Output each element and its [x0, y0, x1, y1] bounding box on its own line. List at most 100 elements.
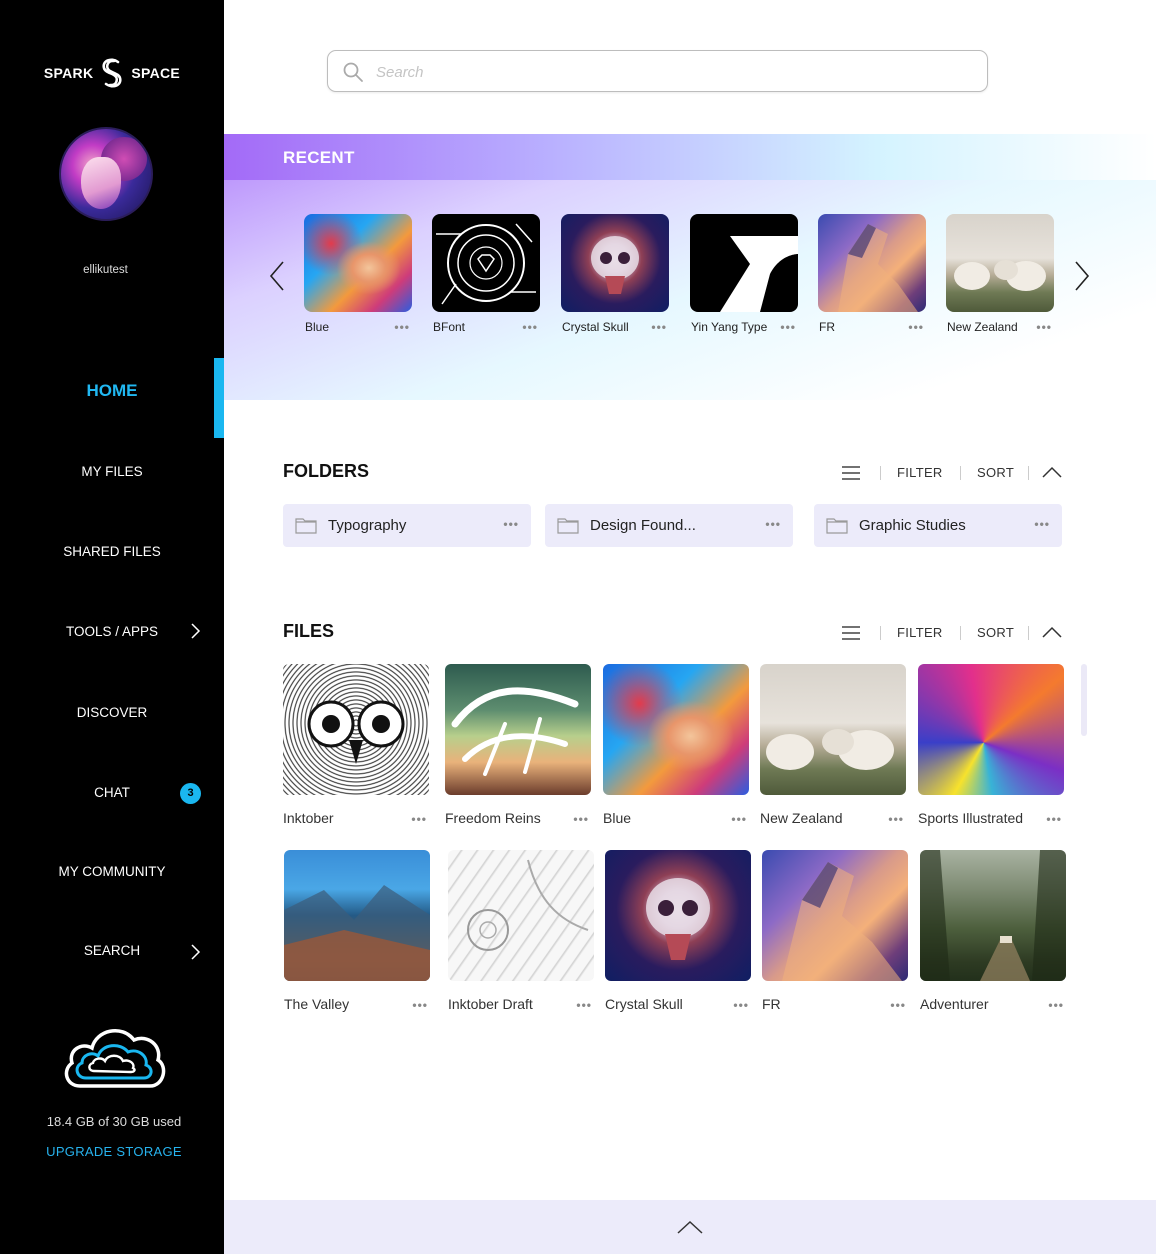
valley-artwork: [284, 885, 430, 981]
recent-thumbnail[interactable]: [432, 214, 540, 312]
folders-filter-button[interactable]: FILTER: [897, 465, 943, 480]
file-item[interactable]: Blue •••: [603, 664, 749, 826]
horse-artwork: [782, 862, 902, 981]
files-sort-button[interactable]: SORT: [977, 625, 1014, 640]
file-item[interactable]: Inktober Draft •••: [448, 850, 594, 1012]
skull-artwork: [591, 236, 639, 294]
nav-item-home[interactable]: HOME: [0, 381, 224, 401]
recent-item[interactable]: BFont •••: [432, 214, 540, 334]
toolbar-divider: [1028, 626, 1029, 640]
folders-toolbar: FILTER SORT: [840, 464, 1070, 484]
more-options-icon[interactable]: •••: [522, 320, 538, 334]
recent-item[interactable]: Crystal Skull •••: [561, 214, 669, 334]
brand-name-right: SPACE: [131, 65, 181, 81]
more-options-icon[interactable]: •••: [573, 812, 589, 826]
toolbar-divider: [960, 466, 961, 480]
more-options-icon[interactable]: •••: [908, 320, 924, 334]
more-options-icon[interactable]: •••: [890, 998, 906, 1012]
recent-thumbnail[interactable]: [818, 214, 926, 312]
more-options-icon[interactable]: •••: [780, 320, 796, 334]
recent-thumbnail[interactable]: [946, 214, 1054, 312]
search-input[interactable]: [376, 59, 976, 85]
list-view-icon[interactable]: [842, 466, 860, 480]
bottom-bar[interactable]: [224, 1200, 1156, 1254]
more-options-icon[interactable]: •••: [765, 517, 781, 531]
inktober-draft-artwork: [467, 859, 589, 951]
recent-thumbnail[interactable]: [304, 214, 412, 312]
folder-item[interactable]: Design Found... •••: [545, 504, 793, 547]
folder-icon: [826, 518, 848, 534]
scrollbar-thumb[interactable]: [1081, 664, 1087, 736]
chevron-right-icon[interactable]: [188, 622, 202, 640]
spark-space-logo-icon: [102, 58, 122, 88]
recent-item[interactable]: FR •••: [818, 214, 926, 334]
file-item[interactable]: Crystal Skull •••: [605, 850, 751, 1012]
more-options-icon[interactable]: •••: [411, 812, 427, 826]
more-options-icon[interactable]: •••: [1048, 998, 1064, 1012]
search-bar[interactable]: [327, 50, 988, 92]
recent-item[interactable]: Yin Yang Type •••: [690, 214, 798, 334]
nav-item-shared-files[interactable]: SHARED FILES: [0, 544, 224, 559]
recent-item-label: BFont: [433, 320, 466, 334]
file-item[interactable]: New Zealand •••: [760, 664, 906, 826]
sheep-artwork: [766, 729, 894, 770]
upgrade-storage-link[interactable]: UPGRADE STORAGE: [0, 1144, 228, 1159]
folder-item[interactable]: Typography •••: [283, 504, 531, 547]
file-label: FR: [762, 996, 781, 1012]
file-thumbnail[interactable]: [445, 664, 591, 795]
more-options-icon[interactable]: •••: [651, 320, 667, 334]
nav-item-discover[interactable]: DISCOVER: [0, 705, 224, 720]
folder-item[interactable]: Graphic Studies •••: [814, 504, 1062, 547]
more-options-icon[interactable]: •••: [576, 998, 592, 1012]
more-options-icon[interactable]: •••: [412, 998, 428, 1012]
recent-item[interactable]: New Zealand •••: [946, 214, 1054, 334]
more-options-icon[interactable]: •••: [1036, 320, 1052, 334]
file-thumbnail[interactable]: [283, 664, 429, 795]
more-options-icon[interactable]: •••: [1046, 812, 1062, 826]
brand-logo[interactable]: SPARK SPACE: [0, 56, 224, 90]
file-label: Crystal Skull: [605, 996, 683, 1012]
recent-thumbnail[interactable]: [690, 214, 798, 312]
chevron-right-icon[interactable]: [188, 943, 202, 961]
files-filter-button[interactable]: FILTER: [897, 625, 943, 640]
nav-item-my-community[interactable]: MY COMMUNITY: [0, 864, 224, 879]
chevron-up-icon[interactable]: [1042, 466, 1062, 478]
more-options-icon[interactable]: •••: [1034, 517, 1050, 531]
file-thumbnail[interactable]: [603, 664, 749, 795]
list-view-icon[interactable]: [842, 626, 860, 640]
file-thumbnail[interactable]: [605, 850, 751, 981]
nav-item-my-files[interactable]: MY FILES: [0, 464, 224, 479]
file-thumbnail[interactable]: [762, 850, 908, 981]
folder-name: Design Found...: [590, 517, 696, 534]
avatar[interactable]: [59, 127, 153, 221]
chevron-right-icon[interactable]: [1073, 260, 1091, 292]
chevron-up-icon[interactable]: [677, 1220, 703, 1234]
folders-sort-button[interactable]: SORT: [977, 465, 1014, 480]
file-thumbnail[interactable]: [920, 850, 1066, 981]
file-thumbnail[interactable]: [448, 850, 594, 981]
file-item[interactable]: The Valley •••: [284, 850, 430, 1012]
yin-yang-type-artwork: [690, 214, 798, 312]
file-item[interactable]: FR •••: [762, 850, 908, 1012]
file-label: New Zealand: [760, 810, 843, 826]
more-options-icon[interactable]: •••: [733, 998, 749, 1012]
chevron-left-icon[interactable]: [268, 260, 286, 292]
file-item[interactable]: Inktober •••: [283, 664, 429, 826]
file-item[interactable]: Freedom Reins •••: [445, 664, 591, 826]
more-options-icon[interactable]: •••: [888, 812, 904, 826]
file-item[interactable]: Sports Illustrated •••: [918, 664, 1064, 826]
storage-usage: 18.4 GB of 30 GB used: [46, 1114, 182, 1129]
recent-section-title: RECENT: [283, 148, 355, 167]
more-options-icon[interactable]: •••: [394, 320, 410, 334]
chevron-up-icon[interactable]: [1042, 626, 1062, 638]
recent-thumbnail[interactable]: [561, 214, 669, 312]
recent-item[interactable]: Blue •••: [304, 214, 412, 334]
toolbar-divider: [880, 466, 881, 480]
file-thumbnail[interactable]: [918, 664, 1064, 795]
more-options-icon[interactable]: •••: [503, 517, 519, 531]
more-options-icon[interactable]: •••: [731, 812, 747, 826]
files-section-title: FILES: [283, 621, 335, 641]
file-thumbnail[interactable]: [760, 664, 906, 795]
file-item[interactable]: Adventurer •••: [920, 850, 1066, 1012]
file-thumbnail[interactable]: [284, 850, 430, 981]
